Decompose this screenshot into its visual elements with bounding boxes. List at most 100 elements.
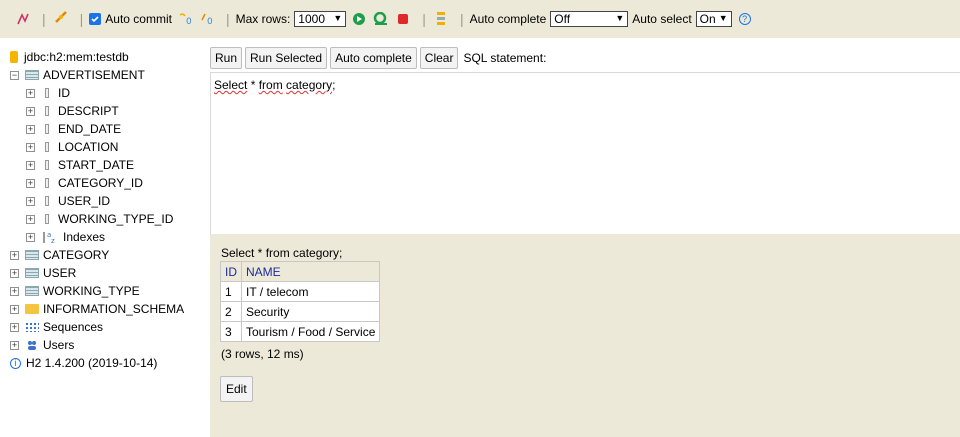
tree-table-working-type[interactable]: + WORKING_TYPE bbox=[10, 282, 140, 300]
table-icon bbox=[25, 268, 39, 278]
column-header[interactable]: NAME bbox=[240, 261, 381, 282]
table-label: CATEGORY bbox=[43, 248, 110, 262]
column-icon bbox=[45, 142, 49, 152]
sequences-label: Sequences bbox=[43, 320, 104, 334]
tree-column[interactable]: + WORKING_TYPE_ID bbox=[26, 210, 173, 228]
run-selected-icon[interactable] bbox=[372, 10, 390, 28]
tree-connection[interactable]: jdbc:h2:mem:testdb bbox=[10, 48, 129, 66]
users-label: Users bbox=[43, 338, 75, 352]
column-header[interactable]: ID bbox=[220, 261, 242, 282]
index-icon: az bbox=[41, 230, 59, 244]
expand-icon[interactable]: + bbox=[26, 88, 35, 98]
table-icon bbox=[25, 250, 39, 260]
auto-complete-button[interactable]: Auto complete bbox=[330, 47, 417, 69]
table-icon bbox=[25, 70, 39, 80]
tree-table-advertisement[interactable]: − ADVERTISEMENT bbox=[10, 66, 145, 84]
tree-column[interactable]: + END_DATE bbox=[26, 120, 121, 138]
tree-version: i H2 1.4.200 (2019-10-14) bbox=[10, 354, 157, 372]
chevron-down-icon: ▼ bbox=[718, 13, 728, 23]
toolbar: | | Auto commit 0 0 | Max rows: 1000 ▼ |… bbox=[0, 0, 960, 38]
table-cell: Security bbox=[240, 301, 381, 322]
connection-label: jdbc:h2:mem:testdb bbox=[24, 50, 129, 64]
tree-column[interactable]: + ID bbox=[26, 84, 70, 102]
auto-complete-value: Off bbox=[554, 12, 571, 26]
expand-icon[interactable]: + bbox=[26, 196, 35, 206]
expand-icon[interactable]: + bbox=[10, 268, 19, 278]
expand-icon[interactable]: + bbox=[26, 106, 35, 116]
table-header-row: ID NAME bbox=[220, 261, 381, 282]
expand-icon[interactable]: + bbox=[26, 124, 35, 134]
tree-column[interactable]: + START_DATE bbox=[26, 156, 134, 174]
help-icon[interactable]: ? bbox=[736, 10, 754, 28]
tree-users[interactable]: + Users bbox=[10, 336, 74, 354]
max-rows-select[interactable]: 1000 ▼ bbox=[294, 11, 347, 27]
column-icon bbox=[45, 106, 49, 116]
expand-icon[interactable]: + bbox=[10, 286, 19, 296]
collapse-icon[interactable]: − bbox=[10, 70, 19, 80]
tree-column[interactable]: + DESCRIPT bbox=[26, 102, 119, 120]
sql-token: ; bbox=[332, 78, 336, 92]
run-icon[interactable] bbox=[350, 10, 368, 28]
toolbar-separator: | bbox=[459, 11, 464, 27]
tree-column[interactable]: + CATEGORY_ID bbox=[26, 174, 143, 192]
sql-statement-label: SQL statement: bbox=[463, 51, 547, 65]
rollback-icon[interactable]: 0 bbox=[198, 10, 216, 28]
column-icon bbox=[45, 160, 49, 170]
table-cell: 3 bbox=[220, 321, 242, 342]
tree-sequences[interactable]: + Sequences bbox=[10, 318, 103, 336]
table-row: 2 Security bbox=[220, 301, 381, 322]
column-label: START_DATE bbox=[58, 158, 135, 172]
tree-column[interactable]: + USER_ID bbox=[26, 192, 110, 210]
expand-icon[interactable]: + bbox=[26, 178, 35, 188]
edit-button[interactable]: Edit bbox=[220, 376, 253, 402]
table-row: 3 Tourism / Food / Service bbox=[220, 321, 381, 342]
expand-icon[interactable]: + bbox=[26, 232, 35, 242]
column-icon bbox=[45, 124, 49, 134]
expand-icon[interactable]: + bbox=[10, 322, 19, 332]
auto-complete-select[interactable]: Off ▼ bbox=[550, 11, 629, 27]
column-label: USER_ID bbox=[58, 194, 111, 208]
commit-icon[interactable]: 0 bbox=[176, 10, 194, 28]
max-rows-label: Max rows: bbox=[235, 12, 291, 26]
column-label: LOCATION bbox=[58, 140, 119, 154]
run-button[interactable]: Run bbox=[210, 47, 243, 69]
chevron-down-icon: ▼ bbox=[333, 13, 343, 23]
table-cell: 1 bbox=[220, 281, 242, 302]
sql-token: from bbox=[258, 78, 283, 92]
tree-schema[interactable]: + INFORMATION_SCHEMA bbox=[10, 300, 184, 318]
users-icon bbox=[25, 339, 39, 351]
expand-icon[interactable]: + bbox=[26, 142, 35, 152]
run-selected-button[interactable]: Run Selected bbox=[245, 47, 328, 69]
column-label: CATEGORY_ID bbox=[58, 176, 143, 190]
expand-icon[interactable]: + bbox=[26, 160, 35, 170]
row-count: (3 rows, 12 ms) bbox=[221, 347, 304, 361]
indexes-label: Indexes bbox=[63, 230, 106, 244]
history-icon[interactable] bbox=[432, 10, 450, 28]
max-rows-value: 1000 bbox=[298, 12, 325, 26]
toolbar-separator: | bbox=[225, 11, 230, 27]
chevron-down-icon: ▼ bbox=[615, 13, 625, 23]
results-table: ID NAME 1 IT / telecom 2 Security 3 Tour… bbox=[220, 261, 381, 342]
table-cell: 2 bbox=[220, 301, 242, 322]
refresh-icon[interactable] bbox=[14, 10, 32, 28]
svg-text:z: z bbox=[51, 237, 55, 244]
stop-icon[interactable] bbox=[394, 10, 412, 28]
executed-query: Select * from category; bbox=[221, 246, 343, 260]
clear-button[interactable]: Clear bbox=[419, 47, 459, 69]
column-label: END_DATE bbox=[58, 122, 122, 136]
database-icon bbox=[10, 51, 18, 63]
disconnect-icon[interactable] bbox=[52, 10, 70, 28]
column-label: ID bbox=[58, 86, 70, 100]
tree-indexes[interactable]: + az Indexes bbox=[26, 228, 105, 246]
expand-icon[interactable]: + bbox=[10, 250, 19, 260]
expand-icon[interactable]: + bbox=[10, 304, 19, 314]
tree-column[interactable]: + LOCATION bbox=[26, 138, 118, 156]
tree-table-user[interactable]: + USER bbox=[10, 264, 76, 282]
table-label: ADVERTISEMENT bbox=[43, 68, 145, 82]
tree-table-category[interactable]: + CATEGORY bbox=[10, 246, 109, 264]
expand-icon[interactable]: + bbox=[26, 214, 35, 224]
sql-editor[interactable]: Select * from category; bbox=[210, 72, 960, 234]
auto-select-select[interactable]: On ▼ bbox=[695, 11, 732, 27]
expand-icon[interactable]: + bbox=[10, 340, 19, 350]
auto-commit-checkbox[interactable] bbox=[89, 13, 102, 25]
